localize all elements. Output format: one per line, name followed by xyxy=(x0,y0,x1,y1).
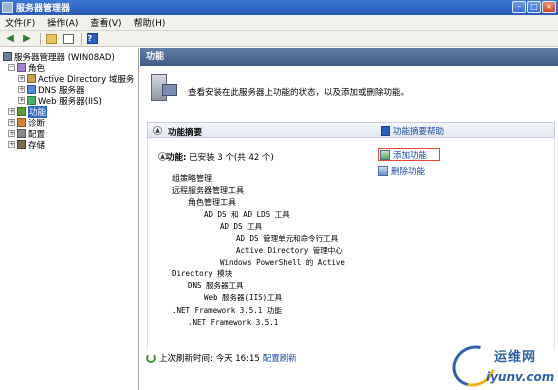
feature-item: .NET Framework 3.5.1 功能 xyxy=(172,306,282,315)
menu-help[interactable]: 帮助(H) xyxy=(134,16,166,29)
toolbar-separator xyxy=(81,32,82,45)
tree-item-diagnostics[interactable]: + 诊断 xyxy=(8,117,45,129)
feature-item: .NET Framework 3.5.1 xyxy=(188,318,279,327)
feature-item: 角色管理工具 xyxy=(188,198,236,207)
active-directory-icon xyxy=(27,74,36,83)
last-refresh-text: 上次刷新时间: 今天 16:15 xyxy=(159,354,260,364)
maximize-button[interactable]: □ xyxy=(527,1,541,13)
add-features-label: 添加功能 xyxy=(393,150,428,161)
feature-item: AD DS 和 AD LDS 工具 xyxy=(204,210,290,219)
tree-item-configuration[interactable]: + 配置 xyxy=(8,128,45,140)
main-pane: 功能 查看安装在此服务器上功能的状态，以及添加或删除功能。 ▲ 功能摘要 功能摘… xyxy=(140,48,558,390)
tree-item-features[interactable]: + 功能 xyxy=(8,105,48,118)
help-icon: ? xyxy=(86,33,98,44)
features-server-icon xyxy=(148,74,178,104)
expand-toggle[interactable]: + xyxy=(8,108,15,115)
features-summary-help-link[interactable]: 功能摘要帮助 xyxy=(381,125,444,137)
feature-item: 远程服务器管理工具 xyxy=(172,186,244,195)
up-folder-button[interactable] xyxy=(44,32,58,45)
feature-item: AD DS 管理单元和命令行工具 xyxy=(236,234,339,243)
feature-item: AD DS 工具 xyxy=(220,222,263,231)
storage-icon xyxy=(17,140,26,149)
tree-label: Web 服务器(IIS) xyxy=(38,96,102,107)
feature-item: Active Directory 管理中心 xyxy=(236,246,343,255)
features-summary-panel: ▲ 功能: 已安装 3 个(共 42 个) 添加功能 删除功能 组策略管理 远程… xyxy=(147,138,555,360)
server-icon xyxy=(3,52,12,61)
feature-item: 组策略管理 xyxy=(172,174,212,183)
collapse-toggle[interactable]: − xyxy=(8,64,15,71)
feature-box-shape xyxy=(162,84,177,96)
remove-features-link[interactable]: 删除功能 xyxy=(378,164,440,177)
dns-icon xyxy=(27,85,36,94)
expand-toggle[interactable]: + xyxy=(18,75,25,82)
title-bar: 服务器管理器 – □ × xyxy=(0,0,558,15)
console-tree-icon xyxy=(62,33,74,44)
intro-text: 查看安装在此服务器上功能的状态，以及添加或删除功能。 xyxy=(188,88,410,98)
toolbar: ◀ ▶ ? xyxy=(0,31,558,47)
console-tree: 服务器管理器 (WIN08AD) − 角色 + Active Directory… xyxy=(0,48,139,390)
expand-toggle[interactable]: + xyxy=(18,86,25,93)
forward-arrow-icon[interactable]: ▶ xyxy=(20,32,34,45)
tree-item-ad-ds[interactable]: + Active Directory 域服务 xyxy=(18,73,134,85)
server-manager-icon xyxy=(2,2,13,13)
actions-panel: 添加功能 删除功能 xyxy=(378,148,440,180)
features-count: 功能: 已安装 3 个(共 42 个) xyxy=(166,151,274,163)
page-title: 功能 xyxy=(140,48,558,66)
help-book-icon xyxy=(381,126,390,136)
feature-item: Web 服务器(IIS)工具 xyxy=(204,293,283,302)
feature-item: Windows PowerShell 的 Active xyxy=(220,258,345,267)
expand-toggle[interactable]: + xyxy=(8,141,15,148)
menu-bar: 文件(F) 操作(A) 查看(V) 帮助(H) xyxy=(0,15,558,31)
help-button[interactable]: ? xyxy=(85,32,99,45)
expand-toggle[interactable]: + xyxy=(18,97,25,104)
show-hide-tree-button[interactable] xyxy=(61,32,75,45)
collapse-section-button[interactable]: ▲ xyxy=(153,126,162,135)
folder-up-icon xyxy=(45,33,57,44)
features-icon xyxy=(17,107,26,116)
menu-view[interactable]: 查看(V) xyxy=(90,16,121,29)
add-features-link[interactable]: 添加功能 xyxy=(378,148,440,161)
watermark-url: iyunv.com xyxy=(486,370,555,384)
tree-item-web-server[interactable]: + Web 服务器(IIS) xyxy=(18,95,102,107)
tree-item-roles[interactable]: − 角色 xyxy=(8,62,45,74)
features-summary-header: ▲ 功能摘要 功能摘要帮助 xyxy=(147,122,555,138)
tree-item-storage[interactable]: + 存储 xyxy=(8,139,46,151)
menu-file[interactable]: 文件(F) xyxy=(5,16,35,29)
feature-item: DNS 服务器工具 xyxy=(188,281,244,290)
help-link-label: 功能摘要帮助 xyxy=(393,127,445,137)
tree-item-dns[interactable]: + DNS 服务器 xyxy=(18,84,85,96)
menu-action[interactable]: 操作(A) xyxy=(47,16,78,29)
remove-features-label: 删除功能 xyxy=(391,166,426,177)
minimize-button[interactable]: – xyxy=(512,1,526,13)
configure-refresh-link[interactable]: 配置刷新 xyxy=(263,352,297,364)
watermark: 运维网 iyunv.com xyxy=(444,337,558,390)
toolbar-separator xyxy=(40,32,41,45)
tree-label: 存储 xyxy=(28,140,46,151)
configuration-icon xyxy=(17,129,26,138)
roles-icon xyxy=(17,63,26,72)
window-title: 服务器管理器 xyxy=(16,4,71,14)
section-title: 功能摘要 xyxy=(168,128,203,138)
refresh-icon xyxy=(146,353,156,363)
back-arrow-icon[interactable]: ◀ xyxy=(3,32,17,45)
close-button[interactable]: × xyxy=(542,1,556,13)
features-label: 功能: xyxy=(166,153,187,163)
tree-root[interactable]: 服务器管理器 (WIN08AD) xyxy=(3,51,115,63)
web-server-icon xyxy=(27,96,36,105)
features-count-value: 已安装 3 个(共 42 个) xyxy=(189,153,274,163)
watermark-title: 运维网 xyxy=(494,350,537,365)
remove-features-icon xyxy=(378,165,388,176)
expand-toggle[interactable]: + xyxy=(8,119,15,126)
window-controls: – □ × xyxy=(512,1,556,13)
diagnostics-icon xyxy=(17,118,26,127)
expand-toggle[interactable]: + xyxy=(8,130,15,137)
add-features-icon xyxy=(380,149,390,160)
feature-item: Directory 模块 xyxy=(172,269,233,278)
